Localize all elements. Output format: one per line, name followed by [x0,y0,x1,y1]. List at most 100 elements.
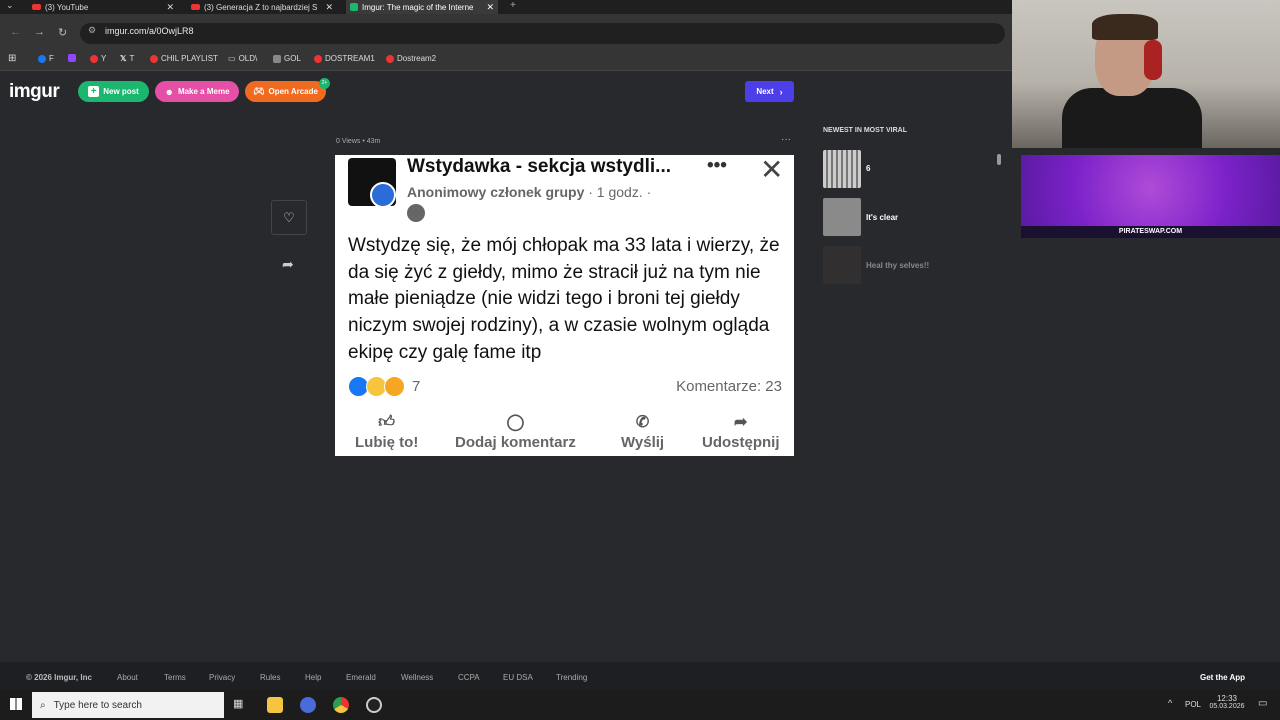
send-action: ✆ Wyślij [621,414,665,451]
footer-link-ccpa[interactable]: CCPA [458,673,480,682]
thumbs-up-icon: 👍︎ [378,414,396,431]
windows-start-icon[interactable] [10,698,22,710]
windows-taskbar: ⌕ Type here to search ▦ ^ POL 12:33 05.0… [0,690,1280,720]
anonymous-badge-icon [370,182,396,208]
sidebar-item-title[interactable]: Heal thy selves!! [866,261,929,270]
chevron-right-icon: › [779,86,783,97]
tray-chevron-icon[interactable]: ^ [1168,698,1172,708]
taskbar-search[interactable]: ⌕ Type here to search [32,692,224,718]
favorite-heart-button[interactable]: ♡ [271,200,307,235]
bookmark-x[interactable]: 𝕏T [120,54,134,63]
make-meme-button[interactable]: ☻ Make a Meme [155,81,239,102]
footer-link-wellness[interactable]: Wellness [401,673,433,682]
bookmark-youtube[interactable]: Y [90,54,106,63]
bookmark-twitch[interactable] [68,54,76,62]
sidebar-item-title[interactable]: 6 [866,164,870,173]
footer-link-eu-dsa[interactable]: EU DSA [503,673,533,682]
facebook-icon [38,54,46,63]
arcade-badge: 2+ [319,78,330,89]
gol-icon [273,54,281,63]
new-tab-button[interactable]: + [510,0,516,11]
url-field[interactable]: ⚙ imgur.com/a/0OwjLR8 [80,23,1005,44]
obs-icon[interactable] [366,697,382,713]
footer-link-rules[interactable]: Rules [260,673,280,682]
youtube-icon [90,54,98,63]
meme-icon: ☻ [164,86,174,97]
back-icon[interactable]: ← [10,26,21,38]
tab-list-chevron-icon[interactable]: ⌄ [6,0,14,11]
streamer-hair [1092,14,1158,40]
site-footer: © 2026 Imgur, Inc About Terms Privacy Ru… [0,662,1280,690]
clock[interactable]: 12:33 05.03.2026 [1205,694,1249,710]
post-author: Anonimowy członek grupy · 1 godz. · [407,184,652,200]
tab-imgur[interactable]: Imgur: The magic of the Interne ✕ [346,0,498,14]
app-icon[interactable] [300,697,316,713]
footer-link-privacy[interactable]: Privacy [209,673,235,682]
audience-icon [407,204,425,222]
group-avatar [348,158,396,208]
youtube-icon [191,4,200,10]
imgur-favicon-icon [350,3,358,11]
youtube-icon [32,4,41,10]
bookmark-gol[interactable]: GOL [273,54,301,63]
sponsor-banner: PIRATESWAP.COM [1021,155,1280,238]
bookmark-dostream1[interactable]: DOSTREAM1 [314,54,375,63]
sidebar-thumbnail[interactable] [823,150,861,188]
youtube-icon [386,54,394,63]
next-post-button[interactable]: Next › [745,81,794,102]
close-icon: ✕ [760,154,784,185]
reactions-summary: 7 [348,376,420,397]
tab-youtube[interactable]: (3) YouTube ✕ [28,0,178,14]
tab-close-icon[interactable]: ✕ [486,2,494,13]
site-info-icon[interactable]: ⚙ [88,25,96,36]
footer-copyright: © 2026 Imgur, Inc [26,673,92,682]
tab-close-icon[interactable]: ✕ [166,2,174,13]
post-options-button[interactable]: ··· [781,134,791,145]
tab-close-icon[interactable]: ✕ [325,2,333,13]
sidebar-item-title[interactable]: It's clear [866,213,898,222]
footer-link-emerald[interactable]: Emerald [346,673,376,682]
task-view-icon[interactable]: ▦ [233,697,249,713]
language-indicator[interactable]: POL [1185,700,1201,709]
footer-link-trending[interactable]: Trending [556,673,587,682]
bookmark-facebook[interactable]: F [38,54,54,63]
bookmark-dostream2[interactable]: Dostream2 [386,54,436,63]
like-action: 👍︎ Lubię to! [355,414,419,451]
comment-bubble-icon: ◯ [506,414,525,431]
reload-icon[interactable]: ↻ [58,26,67,39]
reactions-count: 7 [412,378,421,395]
get-app-link[interactable]: Get the App [1200,673,1245,682]
apps-grid-icon[interactable]: ⊞ [8,53,16,64]
footer-link-about[interactable]: About [117,673,138,682]
imgur-logo[interactable]: imgur [9,81,60,103]
tab-title: (3) Generacja Z to najbardziej S [204,2,318,12]
notifications-icon[interactable]: ▭ [1258,698,1267,709]
webcam-overlay [1012,0,1280,148]
bookmark-folder-old[interactable]: ▭ OLD\ [228,54,257,63]
search-icon: ⌕ [40,699,46,711]
forward-icon[interactable]: → [34,26,45,38]
gamepad-icon: 🎮︎ [253,86,265,96]
new-post-button[interactable]: + New post [78,81,149,102]
footer-link-help[interactable]: Help [305,673,321,682]
sidebar-thumbnail[interactable] [823,246,861,284]
share-icon: ➦ [734,414,748,431]
file-explorer-icon[interactable] [267,697,283,713]
footer-link-terms[interactable]: Terms [164,673,186,682]
comment-action: ◯ Dodaj komentarz [455,414,576,451]
headset-icon [1144,40,1162,80]
sidebar-scrollbar[interactable] [997,154,1001,165]
chrome-icon[interactable] [333,697,349,713]
post-image[interactable]: Wstydawka - sekcja wstydli... ••• ✕ Anon… [335,154,794,456]
share-action: ➦ Udostępnij [702,414,780,451]
open-arcade-button[interactable]: 🎮︎ Open Arcade [245,81,326,102]
tab-youtube-video[interactable]: (3) Generacja Z to najbardziej S ✕ [187,0,337,14]
comments-count: Komentarze: 23 [676,378,782,395]
bookmark-chil-playlist[interactable]: CHIL PLAYLIST [150,54,218,63]
sidebar-thumbnail[interactable] [823,198,861,236]
post-text: Wstydzę się, że mój chłopak ma 33 lata i… [348,235,780,363]
sidebar-heading: NEWEST IN MOST VIRAL [823,127,907,134]
share-arrow-icon[interactable]: ➦ [282,256,294,273]
streamer-body [1062,88,1202,148]
youtube-icon [150,54,158,63]
